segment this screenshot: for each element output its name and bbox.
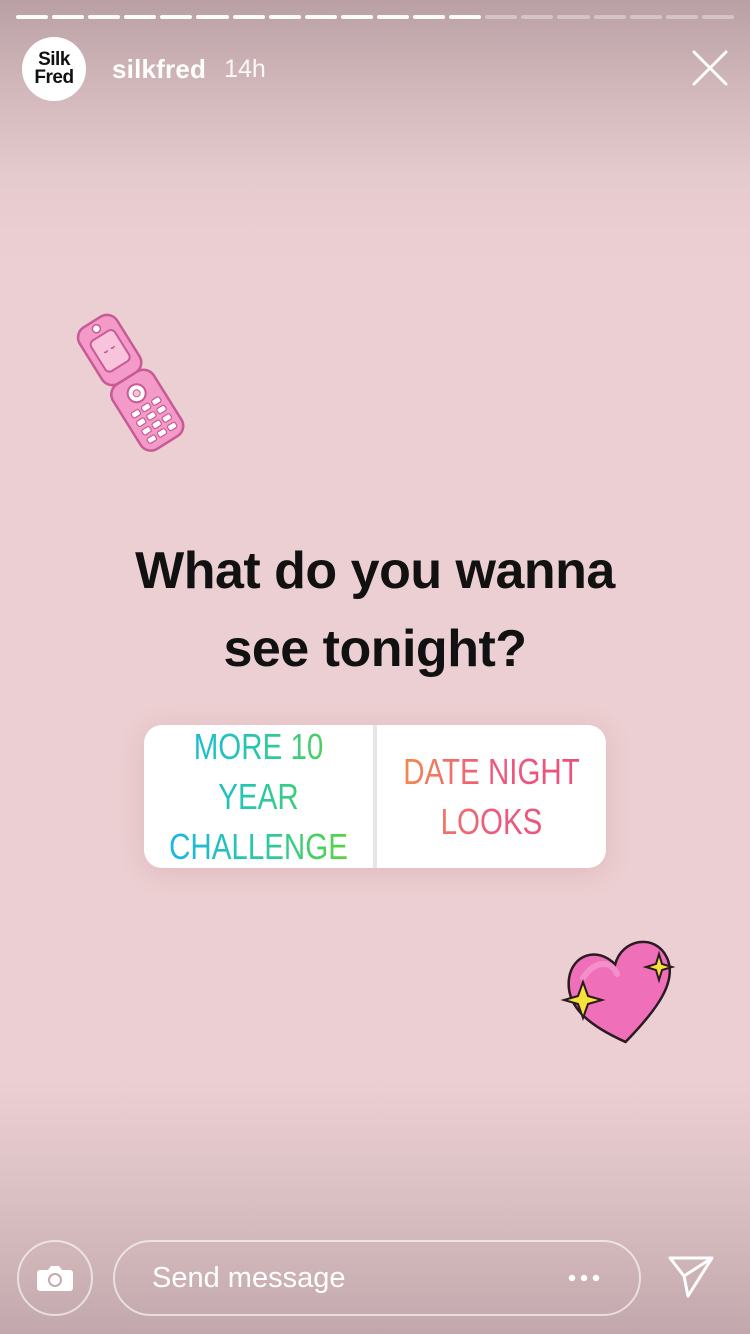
progress-segment [593, 15, 626, 19]
progress-segment [557, 15, 590, 19]
progress-segment [232, 15, 265, 19]
question-sticker: What do you wanna see tonight? [0, 532, 750, 688]
progress-segment [88, 15, 121, 19]
progress-segment [52, 15, 85, 19]
story-progress-bar [16, 15, 734, 19]
progress-segment [268, 15, 301, 19]
progress-segment [196, 15, 229, 19]
post-time: 14h [224, 54, 266, 83]
progress-segment [629, 15, 662, 19]
progress-segment [124, 15, 157, 19]
progress-segment [665, 15, 698, 19]
flip-phone-sticker [76, 313, 185, 452]
progress-segment [413, 15, 446, 19]
more-dots-icon[interactable] [567, 1268, 601, 1288]
heart-sparkles-sticker [560, 940, 676, 1044]
progress-segment [16, 15, 49, 19]
progress-segment [485, 15, 518, 19]
progress-segment [160, 15, 193, 19]
progress-segment [304, 15, 337, 19]
camera-button[interactable] [17, 1240, 93, 1316]
progress-segment [376, 15, 410, 19]
poll-sticker: MORE 10 YEAR CHALLENGE DATE NIGHT LOOKS [144, 725, 606, 868]
progress-segment [521, 15, 554, 19]
progress-segment [340, 15, 373, 19]
story-header: Silk Fred silkfred 14h [22, 36, 266, 102]
avatar[interactable]: Silk Fred [22, 37, 86, 101]
poll-option-a-line2: CHALLENGE [169, 825, 348, 867]
close-icon[interactable] [692, 50, 728, 86]
poll-option-a[interactable]: MORE 10 YEAR CHALLENGE [165, 725, 353, 868]
send-message-input[interactable]: Send message [113, 1240, 641, 1316]
send-message-placeholder: Send message [152, 1262, 346, 1294]
poll-option-b[interactable]: DATE NIGHT LOOKS [398, 725, 586, 868]
poll-divider [373, 725, 377, 868]
poll-option-b-line1: DATE NIGHT [403, 750, 580, 792]
progress-segment [449, 15, 482, 19]
paper-plane-icon[interactable] [666, 1252, 716, 1302]
question-line2: see tonight? [223, 620, 527, 678]
poll-option-a-line1: MORE 10 YEAR [193, 725, 324, 817]
question-line1: What do you wanna [135, 542, 615, 600]
progress-segment [701, 15, 734, 19]
username[interactable]: silkfred [112, 54, 206, 85]
poll-option-b-line2: LOOKS [440, 800, 543, 842]
camera-icon [37, 1266, 73, 1291]
avatar-text-line2: Fred [34, 67, 74, 88]
